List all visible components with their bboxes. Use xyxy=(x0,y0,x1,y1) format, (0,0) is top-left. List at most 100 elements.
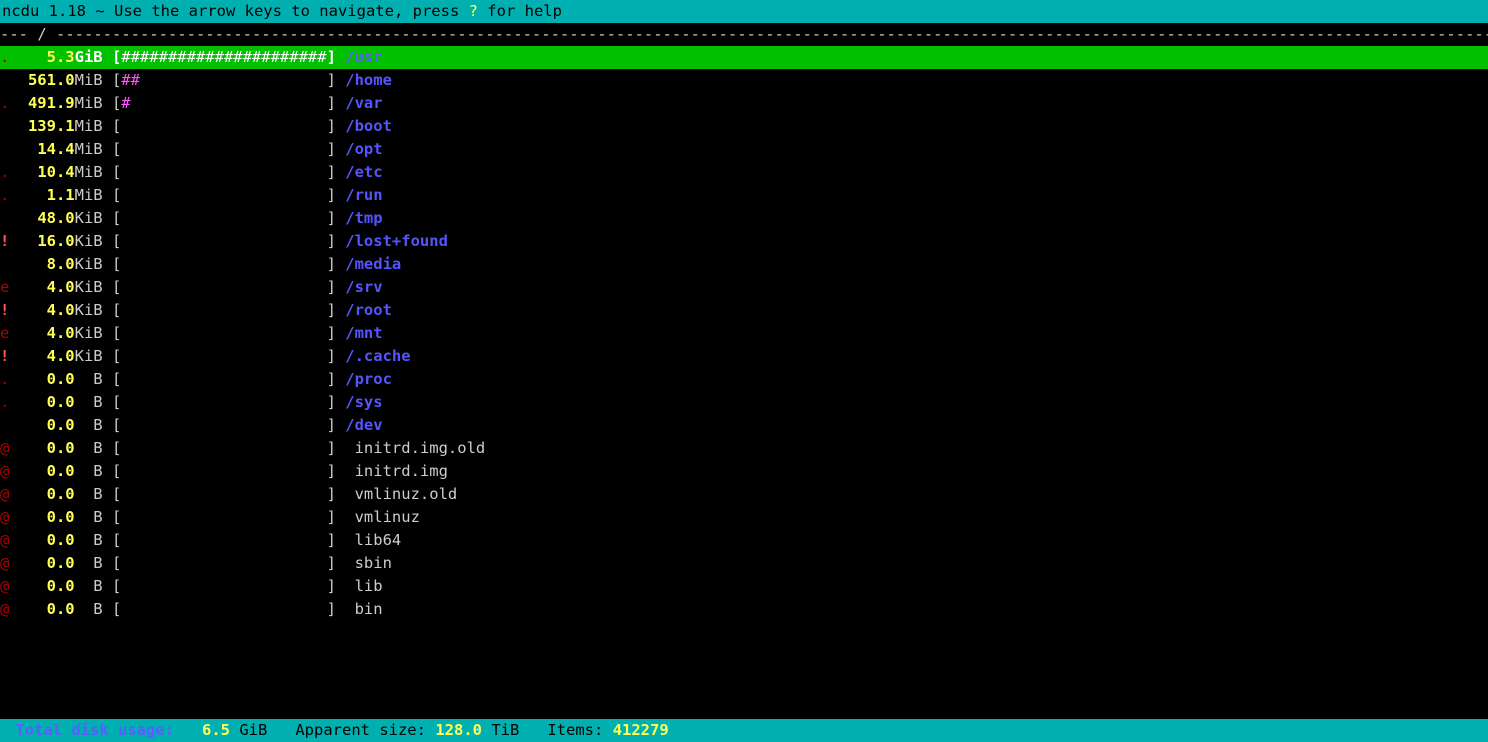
row-unit: MiB xyxy=(75,69,112,92)
row-bar xyxy=(121,483,326,506)
footer-total-label: Total disk usage: xyxy=(6,721,174,739)
file-row[interactable]: 561.0 MiB[## ] /home xyxy=(0,69,1488,92)
bar-open-bracket: [ xyxy=(112,253,121,276)
row-unit: B xyxy=(75,552,112,575)
file-row[interactable]: @0.0 B[ ] sbin xyxy=(0,552,1488,575)
file-row[interactable]: @0.0 B[ ] lib64 xyxy=(0,529,1488,552)
row-flag: ! xyxy=(0,299,19,322)
file-row[interactable]: !16.0 KiB[ ] /lost+found xyxy=(0,230,1488,253)
bar-open-bracket: [ xyxy=(112,598,121,621)
file-row[interactable]: .10.4 MiB[ ] /etc xyxy=(0,161,1488,184)
footer-items-label: Items: xyxy=(547,721,603,739)
bar-open-bracket: [ xyxy=(112,368,121,391)
file-row[interactable]: @0.0 B[ ] vmlinuz.old xyxy=(0,483,1488,506)
row-flag: @ xyxy=(0,598,19,621)
bar-close-bracket: ] xyxy=(327,368,346,391)
bar-open-bracket: [ xyxy=(112,46,121,69)
bar-close-bracket: ] xyxy=(327,437,346,460)
row-flag: ! xyxy=(0,345,19,368)
file-list[interactable]: .5.3 GiB[######################] /usr561… xyxy=(0,46,1488,621)
row-flag: @ xyxy=(0,575,19,598)
file-row[interactable]: e4.0 KiB[ ] /mnt xyxy=(0,322,1488,345)
row-bar xyxy=(121,253,326,276)
row-unit: GiB xyxy=(75,46,112,69)
row-name: sbin xyxy=(345,552,392,575)
row-name: /lost+found xyxy=(345,230,448,253)
bar-open-bracket: [ xyxy=(112,414,121,437)
file-row[interactable]: !4.0 KiB[ ] /.cache xyxy=(0,345,1488,368)
file-row[interactable]: 14.4 MiB[ ] /opt xyxy=(0,138,1488,161)
row-unit: MiB xyxy=(75,115,112,138)
file-row[interactable]: .0.0 B[ ] /sys xyxy=(0,391,1488,414)
file-row[interactable]: @0.0 B[ ] vmlinuz xyxy=(0,506,1488,529)
row-size: 139.1 xyxy=(19,115,75,138)
app-version: 1.18 xyxy=(49,2,86,20)
bar-open-bracket: [ xyxy=(112,184,121,207)
bar-close-bracket: ] xyxy=(327,276,346,299)
row-name: /tmp xyxy=(345,207,382,230)
path-line: --- / ----------------------------------… xyxy=(0,23,1488,46)
bar-open-bracket: [ xyxy=(112,322,121,345)
terminal-screen[interactable]: ncdu 1.18 ~ Use the arrow keys to naviga… xyxy=(0,0,1488,742)
row-bar xyxy=(121,506,326,529)
file-row[interactable]: @0.0 B[ ] initrd.img.old xyxy=(0,437,1488,460)
row-name: /var xyxy=(345,92,382,115)
file-row[interactable]: !4.0 KiB[ ] /root xyxy=(0,299,1488,322)
row-size: 5.3 xyxy=(19,46,75,69)
row-unit: B xyxy=(75,437,112,460)
row-bar xyxy=(121,391,326,414)
file-row[interactable]: @0.0 B[ ] lib xyxy=(0,575,1488,598)
row-unit: KiB xyxy=(75,276,112,299)
file-row[interactable]: .1.1 MiB[ ] /run xyxy=(0,184,1488,207)
row-name: vmlinuz.old xyxy=(345,483,457,506)
file-row[interactable]: 8.0 KiB[ ] /media xyxy=(0,253,1488,276)
row-bar xyxy=(121,161,326,184)
row-size: 561.0 xyxy=(19,69,75,92)
row-size: 0.0 xyxy=(19,529,75,552)
row-name: /run xyxy=(345,184,382,207)
file-row[interactable]: 0.0 B[ ] /dev xyxy=(0,414,1488,437)
bar-open-bracket: [ xyxy=(112,552,121,575)
row-name: /home xyxy=(345,69,392,92)
row-flag: @ xyxy=(0,437,19,460)
row-name: /.cache xyxy=(345,345,410,368)
row-name: bin xyxy=(345,598,382,621)
row-bar xyxy=(121,115,326,138)
header-bar: ncdu 1.18 ~ Use the arrow keys to naviga… xyxy=(0,0,1488,23)
row-flag: . xyxy=(0,368,19,391)
row-unit: KiB xyxy=(75,230,112,253)
row-size: 0.0 xyxy=(19,552,75,575)
bar-close-bracket: ] xyxy=(327,483,346,506)
file-row[interactable]: .491.9 MiB[# ] /var xyxy=(0,92,1488,115)
file-row[interactable]: 139.1 MiB[ ] /boot xyxy=(0,115,1488,138)
file-row[interactable]: .5.3 GiB[######################] /usr xyxy=(0,46,1488,69)
file-row[interactable]: @0.0 B[ ] bin xyxy=(0,598,1488,621)
row-bar xyxy=(121,414,326,437)
row-unit: B xyxy=(75,483,112,506)
row-unit: B xyxy=(75,391,112,414)
row-name: /srv xyxy=(345,276,382,299)
row-size: 0.0 xyxy=(19,368,75,391)
row-unit: B xyxy=(75,414,112,437)
row-flag: . xyxy=(0,92,19,115)
row-name: /etc xyxy=(345,161,382,184)
app-name: ncdu xyxy=(2,2,39,20)
row-unit: MiB xyxy=(75,138,112,161)
bar-open-bracket: [ xyxy=(112,69,121,92)
bar-close-bracket: ] xyxy=(327,322,346,345)
row-flag: @ xyxy=(0,506,19,529)
bar-close-bracket: ] xyxy=(327,552,346,575)
bar-open-bracket: [ xyxy=(112,161,121,184)
file-row[interactable]: 48.0 KiB[ ] /tmp xyxy=(0,207,1488,230)
row-flag: @ xyxy=(0,460,19,483)
row-unit: B xyxy=(75,529,112,552)
file-row[interactable]: @0.0 B[ ] initrd.img xyxy=(0,460,1488,483)
row-flag: . xyxy=(0,184,19,207)
bar-open-bracket: [ xyxy=(112,207,121,230)
row-unit: B xyxy=(75,460,112,483)
file-row[interactable]: .0.0 B[ ] /proc xyxy=(0,368,1488,391)
bar-close-bracket: ] xyxy=(327,207,346,230)
file-row[interactable]: e4.0 KiB[ ] /srv xyxy=(0,276,1488,299)
row-unit: KiB xyxy=(75,207,112,230)
bar-close-bracket: ] xyxy=(327,46,346,69)
